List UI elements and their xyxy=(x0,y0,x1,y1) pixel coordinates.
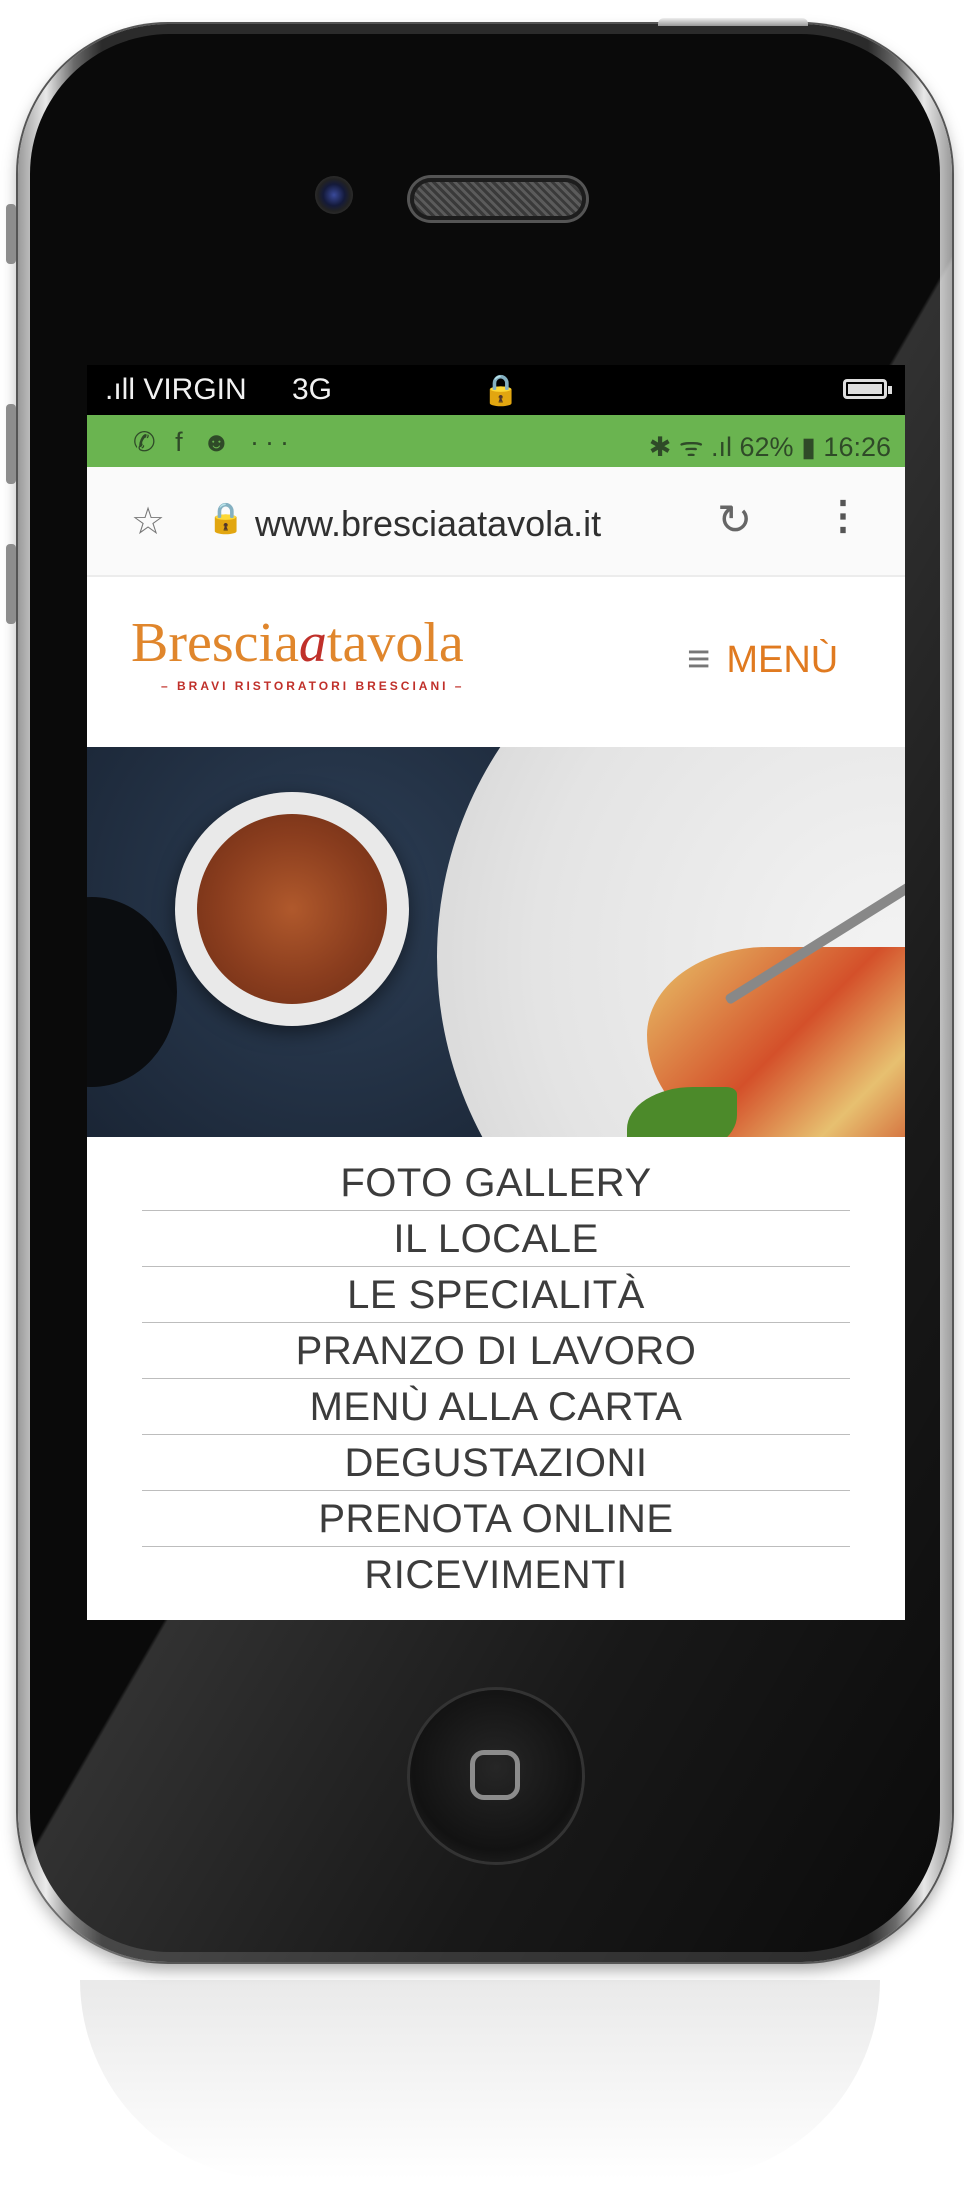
reload-icon[interactable]: ↻ xyxy=(717,495,752,544)
hero-image xyxy=(87,747,905,1137)
nav-item-le-specialita[interactable]: LE SPECIALITÀ xyxy=(142,1267,850,1323)
home-square-icon xyxy=(470,1750,520,1800)
network-label: 3G xyxy=(292,373,333,406)
power-button xyxy=(658,18,808,26)
spice-shape xyxy=(197,814,387,1004)
home-button[interactable] xyxy=(410,1690,582,1862)
notification-icons: ✆ f ☻ ··· xyxy=(133,427,296,457)
volume-up-button xyxy=(6,404,16,484)
logo-part-brescia: Brescia xyxy=(131,612,299,674)
mute-switch xyxy=(6,204,16,264)
phone-reflection xyxy=(80,1980,880,2180)
hamburger-icon: ≡ xyxy=(687,637,711,681)
nav-item-prenota-online[interactable]: PRENOTA ONLINE xyxy=(142,1491,850,1547)
site-logo[interactable]: Bresciaatavola – BRAVI RISTORATORI BRESC… xyxy=(131,615,464,693)
system-status-text: ✱ ᯤ .ıl 62% ▮ 16:26 xyxy=(648,432,891,462)
secure-lock-icon[interactable]: 🔒 xyxy=(207,501,244,536)
menu-button[interactable]: ≡ MENÙ xyxy=(687,637,838,687)
logo-tagline: – BRAVI RISTORATORI BRESCIANI – xyxy=(161,679,465,693)
earpiece-speaker xyxy=(410,178,586,220)
logo-part-tavola: tavola xyxy=(326,612,464,674)
spice-bowl-shape xyxy=(175,792,409,1026)
site-header: Bresciaatavola – BRAVI RISTORATORI BRESC… xyxy=(87,577,905,743)
nav-item-foto-gallery[interactable]: FOTO GALLERY xyxy=(142,1155,850,1211)
dark-cup-shape xyxy=(87,897,177,1087)
menu-label: MENÙ xyxy=(726,639,839,681)
nav-item-il-locale[interactable]: IL LOCALE xyxy=(142,1211,850,1267)
screen: .ıll VIRGIN 3G 🔒 ✆ f ☻ ··· ✱ ᯤ .ıl 62% ▮… xyxy=(87,365,905,1620)
ios-status-bar: .ıll VIRGIN 3G 🔒 xyxy=(87,365,905,415)
carrier-label: .ıll VIRGIN xyxy=(105,373,247,406)
battery-icon xyxy=(843,379,892,399)
logo-wordmark: Bresciaatavola xyxy=(131,615,464,671)
logo-part-a: a xyxy=(298,612,327,674)
nav-item-ricevimenti[interactable]: RICEVIMENTI xyxy=(142,1547,850,1602)
browser-menu-icon[interactable]: ⋮ xyxy=(823,493,863,539)
main-nav-menu: FOTO GALLERY IL LOCALE LE SPECIALITÀ PRA… xyxy=(142,1155,850,1602)
nav-item-degustazioni[interactable]: DEGUSTAZIONI xyxy=(142,1435,850,1491)
lock-icon: 🔒 xyxy=(482,374,520,407)
url-field[interactable]: www.bresciaatavola.it xyxy=(255,503,601,545)
volume-down-button xyxy=(6,544,16,624)
android-status-bar: ✆ f ☻ ··· ✱ ᯤ .ıl 62% ▮ 16:26 xyxy=(87,415,905,467)
nav-item-menu-alla-carta[interactable]: MENÙ ALLA CARTA xyxy=(142,1379,850,1435)
front-camera xyxy=(315,176,353,214)
browser-address-bar: ☆ 🔒 www.bresciaatavola.it ↻ ⋮ xyxy=(87,467,905,577)
bookmark-star-icon[interactable]: ☆ xyxy=(131,499,165,544)
nav-item-pranzo-di-lavoro[interactable]: PRANZO DI LAVORO xyxy=(142,1323,850,1379)
